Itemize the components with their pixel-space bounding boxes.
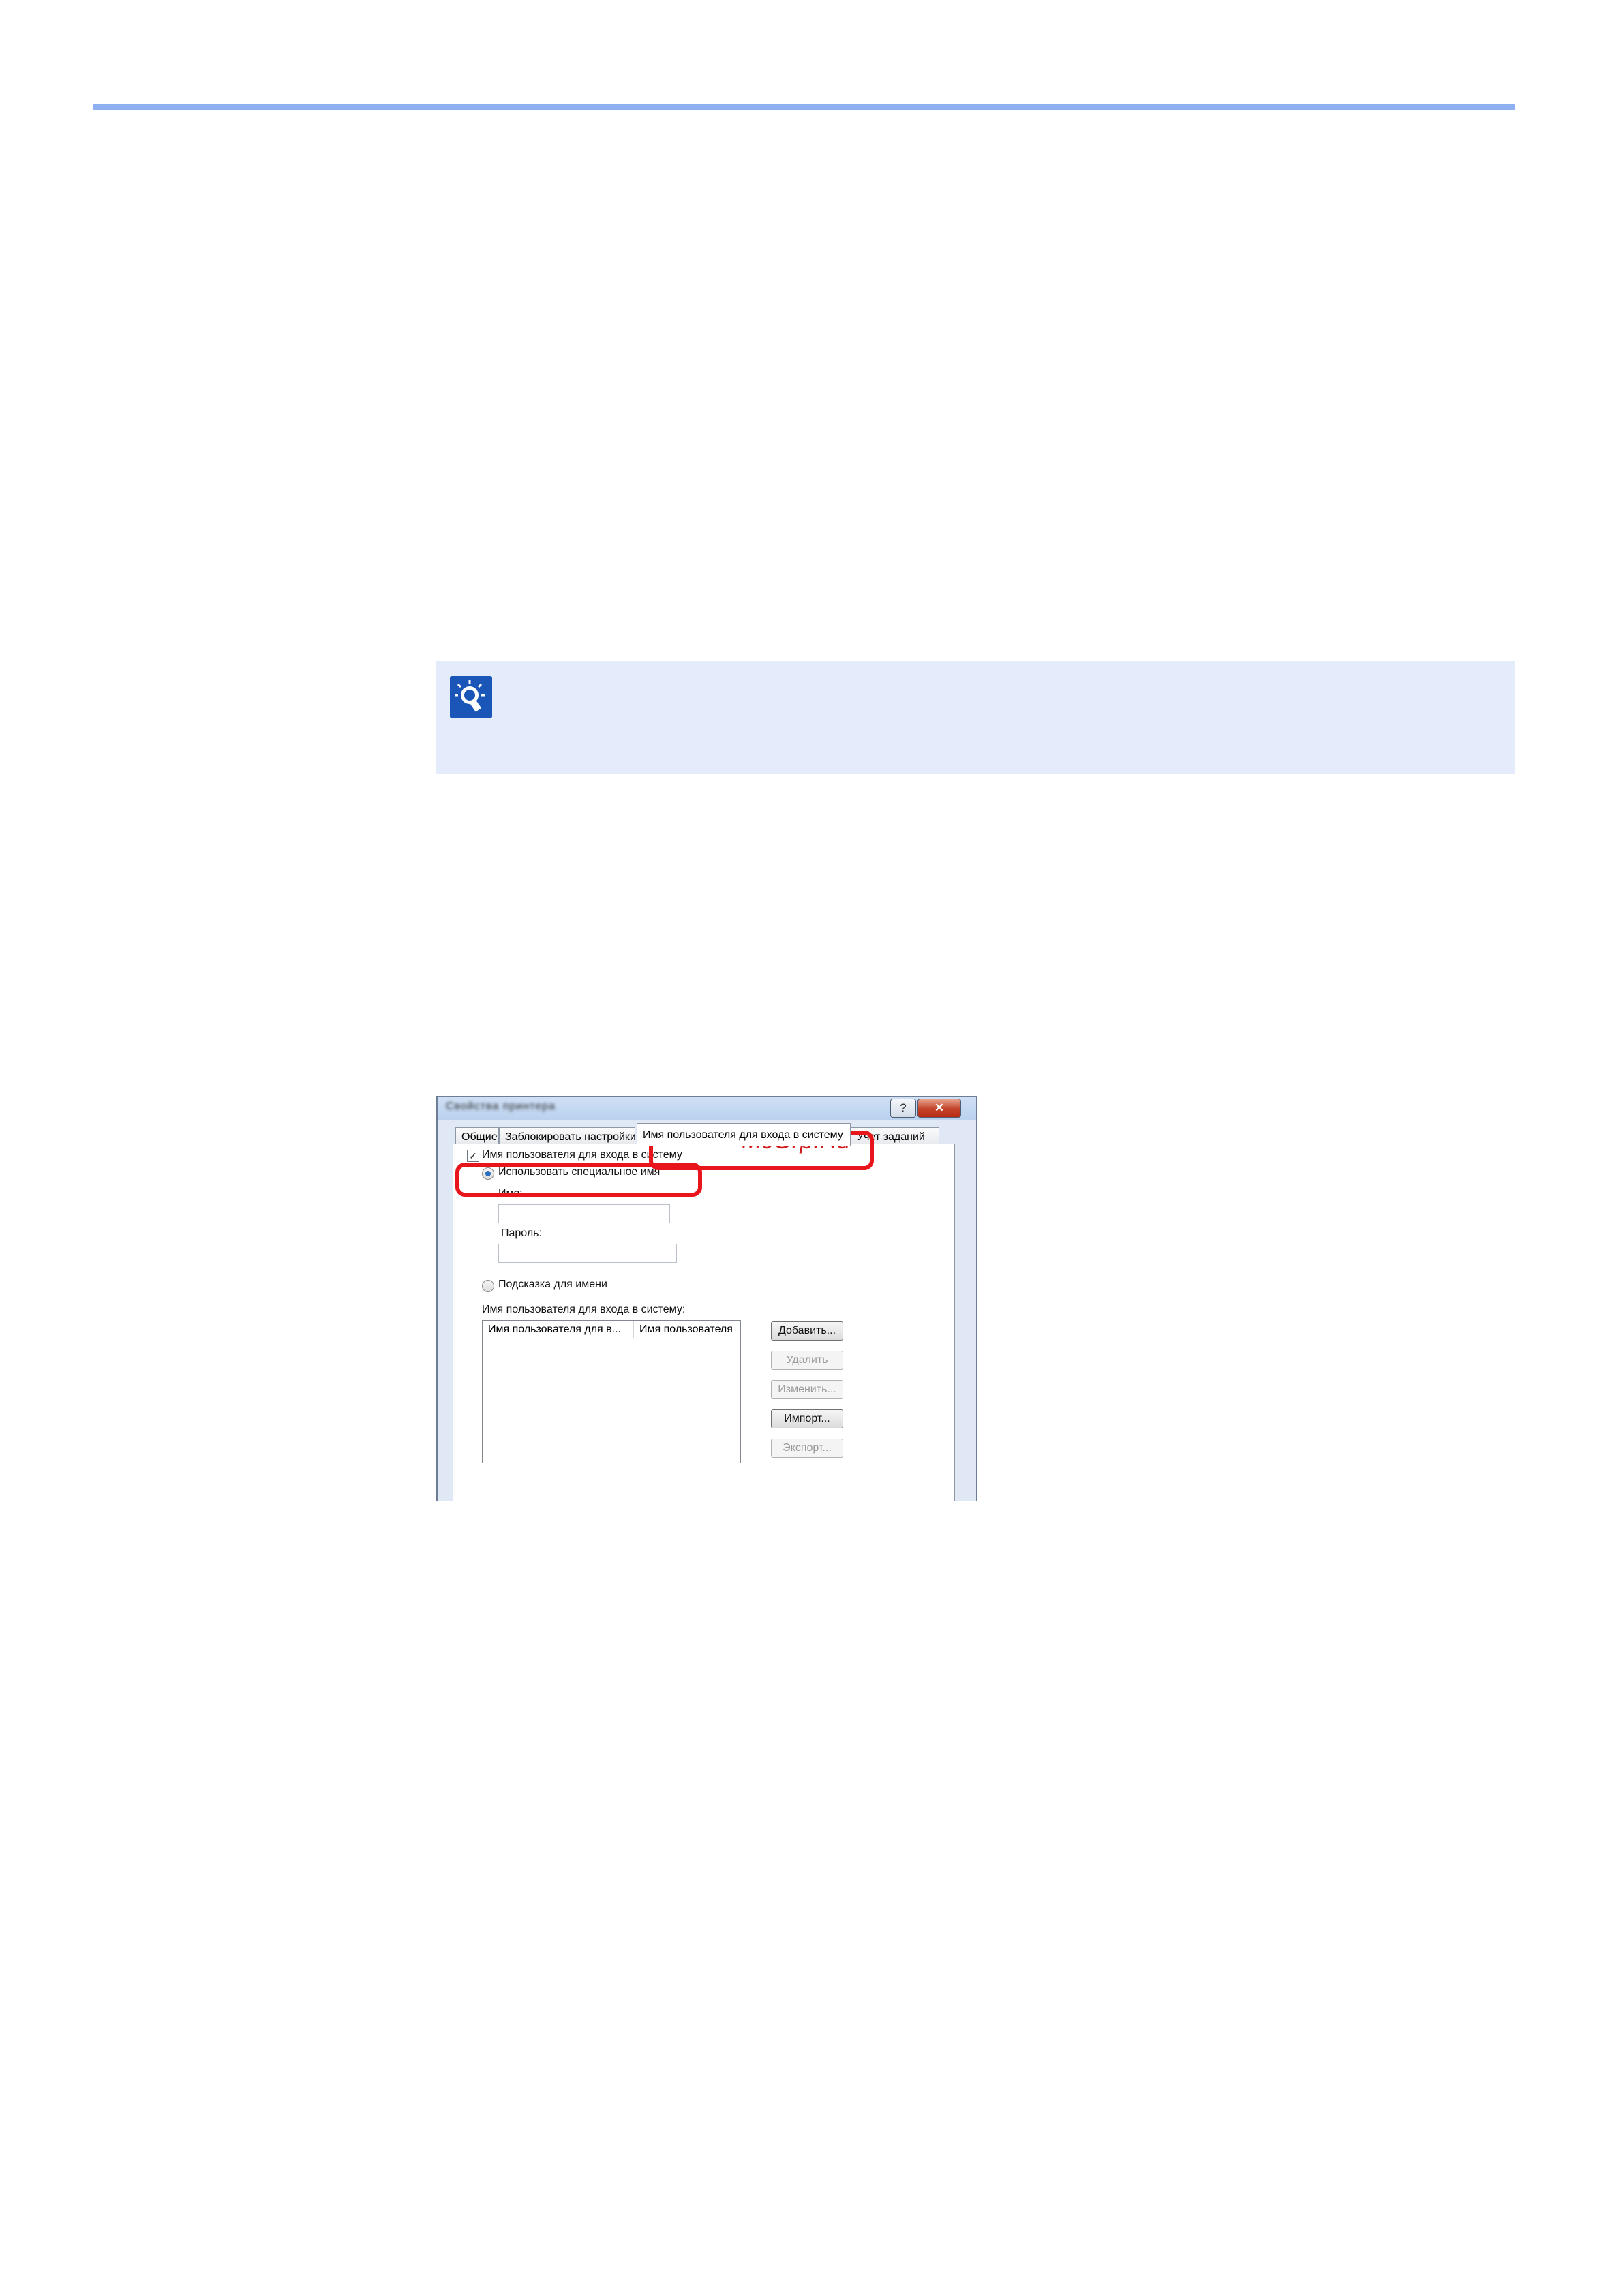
window-title: Свойства принтера xyxy=(446,1101,556,1112)
login-user-name-checkbox[interactable]: ✓ xyxy=(467,1150,479,1162)
title-bar: Свойства принтера ? ✕ xyxy=(438,1097,976,1120)
lightbulb-icon xyxy=(450,676,492,718)
export-button[interactable]: Экспорт... xyxy=(771,1439,843,1458)
name-input[interactable] xyxy=(498,1204,670,1223)
top-rule xyxy=(93,104,1515,110)
list-column-header[interactable]: Имя пользователя xyxy=(634,1321,740,1338)
password-field-label: Пароль: xyxy=(501,1227,542,1239)
edit-button[interactable]: Изменить... xyxy=(771,1380,843,1399)
list-column-header[interactable]: Имя пользователя для в... xyxy=(483,1321,634,1338)
close-button[interactable]: ✕ xyxy=(917,1099,961,1118)
note-box xyxy=(436,661,1515,774)
checkbox-highlight-frame xyxy=(455,1163,702,1197)
tab-login-user-name[interactable]: Имя пользователя для входа в систему xyxy=(637,1123,851,1146)
login-user-list[interactable]: Имя пользователя для в... Имя пользовате… xyxy=(482,1320,741,1463)
add-button[interactable]: Добавить... xyxy=(771,1321,843,1341)
prompt-for-name-radio[interactable] xyxy=(482,1280,494,1292)
help-button[interactable]: ? xyxy=(890,1099,916,1118)
delete-button[interactable]: Удалить xyxy=(771,1351,843,1370)
login-list-label: Имя пользователя для входа в систему: xyxy=(482,1304,686,1315)
prompt-for-name-label: Подсказка для имени xyxy=(498,1279,607,1290)
password-input[interactable] xyxy=(498,1244,677,1263)
import-button[interactable]: Импорт... xyxy=(771,1409,843,1428)
tab-panel: ✓ Имя пользователя для входа в систему И… xyxy=(453,1144,955,1501)
